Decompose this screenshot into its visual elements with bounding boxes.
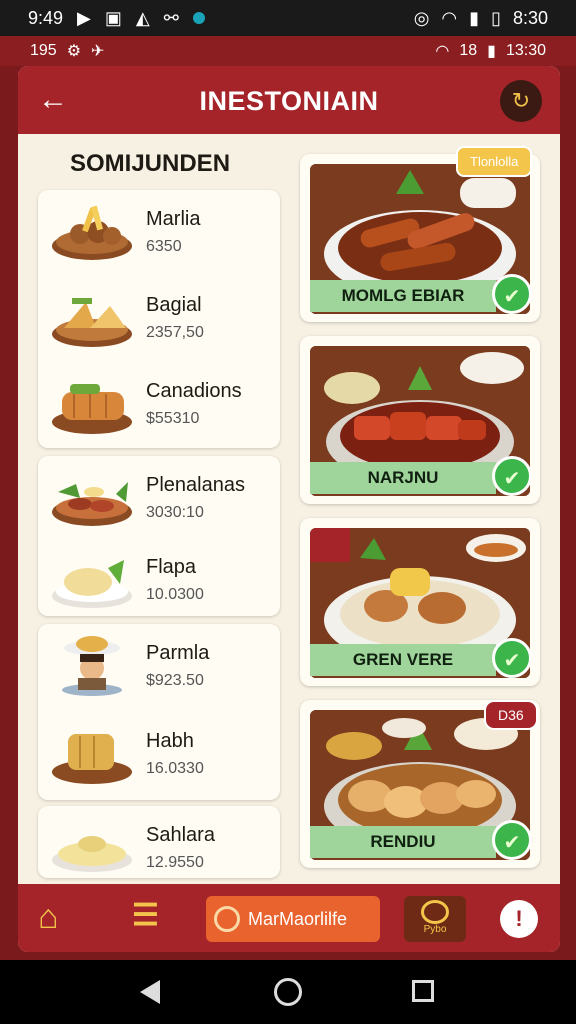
- recents-icon[interactable]: [412, 980, 434, 1002]
- menu-group-3: Parmla $923.50 Habh 16.0330: [38, 624, 280, 800]
- page-title: INESTONIAIN: [199, 86, 379, 116]
- play-icon: ▶: [77, 7, 91, 28]
- list-item[interactable]: Parmla $923.50: [38, 624, 280, 708]
- dish-image: [52, 205, 132, 260]
- item-price: 10.0300: [146, 586, 204, 603]
- list-item[interactable]: Flapa 10.0300: [38, 538, 280, 622]
- card-label: GREN VERE: [310, 644, 496, 676]
- plane-icon: ✈: [91, 43, 105, 60]
- notification-dot-icon: [192, 12, 205, 24]
- card-label: NARJNU: [310, 462, 496, 494]
- dish-image: [52, 384, 132, 434]
- item-name: Marlia: [146, 208, 201, 230]
- search-icon: [214, 906, 240, 932]
- subbar-time: 13:30: [505, 42, 546, 59]
- item-name: Bagial: [146, 294, 202, 316]
- card-count-badge: D36: [484, 700, 538, 730]
- bottom-navigation: ⌂ ☰ MarMaorlilfe Pybo !: [18, 884, 560, 952]
- item-price: 6350: [146, 238, 182, 255]
- app-icon: ◭: [135, 7, 150, 28]
- list-item[interactable]: Plenalanas 3030:10: [38, 456, 280, 540]
- battery-icon-2: ▮: [487, 43, 496, 60]
- item-price: $923.50: [146, 672, 204, 689]
- battery-icon: ▯: [491, 7, 501, 28]
- wifi-icon-2: ◠: [435, 43, 450, 60]
- menu-icon[interactable]: ☰: [132, 898, 168, 938]
- dish-image: [52, 482, 132, 526]
- home-circle-icon[interactable]: [274, 978, 302, 1006]
- item-price: 3030:10: [146, 504, 204, 521]
- list-item[interactable]: Habh 16.0330: [38, 712, 280, 796]
- search-label: MarMaorlilfe: [248, 908, 348, 929]
- item-price: 12.9550: [146, 854, 204, 871]
- chef-image: [62, 636, 122, 696]
- menu-group-1: Marlia 6350 Bagial 2357,50 Canadions $55…: [38, 190, 280, 448]
- list-item[interactable]: Canadions $55310: [38, 362, 280, 446]
- vibrate-icon: ◎: [413, 7, 430, 28]
- select-check-icon[interactable]: ✔: [492, 638, 532, 678]
- item-price: 2357,50: [146, 324, 204, 341]
- dish-image: [52, 560, 132, 608]
- search-button[interactable]: MarMaorlilfe: [206, 896, 380, 942]
- link-icon: ⚯: [163, 7, 179, 28]
- card-label: MOMLG EBIAR: [310, 280, 496, 312]
- mascot-icon: [421, 900, 449, 924]
- list-item[interactable]: Sahlara 12.9550: [38, 806, 280, 878]
- promo-button[interactable]: Pybo: [404, 896, 466, 942]
- list-item[interactable]: Marlia 6350: [38, 190, 280, 274]
- system-status-bar: 9:49 ▶ ▣ ◭ ⚯ ◎ ◠ ▮ ▯ 8:30: [0, 0, 576, 36]
- info-icon[interactable]: !: [500, 900, 538, 938]
- back-icon[interactable]: [140, 980, 160, 1004]
- status-right-time: 8:30: [512, 7, 548, 28]
- home-icon[interactable]: ⌂: [38, 898, 78, 938]
- item-name: Flapa: [146, 556, 197, 578]
- list-item[interactable]: Bagial 2357,50: [38, 276, 280, 360]
- card-tag-badge: Tlonlolla: [456, 146, 533, 177]
- item-price: 16.0330: [146, 760, 204, 777]
- item-name: Plenalanas: [146, 474, 245, 496]
- signal-icon: ▮: [469, 7, 480, 28]
- item-name: Canadions: [146, 380, 242, 402]
- wifi-icon: ◠: [441, 7, 458, 28]
- system-navigation-bar: [0, 960, 576, 1024]
- image-icon: ▣: [104, 7, 122, 28]
- select-check-icon[interactable]: ✔: [492, 820, 532, 860]
- card-label: RENDIU: [310, 826, 496, 858]
- dish-image: [52, 298, 132, 347]
- featured-card[interactable]: NARJNU ✔: [300, 336, 540, 504]
- app-header: ← INESTONIAIN ↻: [18, 66, 560, 134]
- item-name: Habh: [146, 730, 194, 752]
- menu-group-2: Plenalanas 3030:10 Flapa 10.0300: [38, 456, 280, 616]
- section-title: SOMIJUNDEN: [70, 150, 231, 177]
- select-check-icon[interactable]: ✔: [492, 456, 532, 496]
- menu-group-4: Sahlara 12.9550: [38, 806, 280, 878]
- featured-card[interactable]: GREN VERE ✔: [300, 518, 540, 686]
- dish-image: [52, 836, 132, 872]
- item-price: $55310: [146, 410, 200, 427]
- item-name: Parmla: [146, 642, 210, 664]
- dish-image: [52, 734, 132, 784]
- app-screen: ← INESTONIAIN ↻ SOMIJUNDEN Marlia 6350 B…: [18, 66, 560, 952]
- subbar-num: 18: [459, 42, 478, 59]
- featured-card[interactable]: MOMLG EBIAR ✔: [300, 154, 540, 322]
- promo-label: Pybo: [423, 924, 447, 935]
- refresh-icon[interactable]: ↻: [500, 80, 542, 122]
- settings-icon: ⚙: [66, 43, 82, 60]
- status-time: 9:49: [28, 7, 64, 28]
- subbar-left-text: 195: [30, 42, 57, 59]
- select-check-icon[interactable]: ✔: [492, 274, 532, 314]
- secondary-status-bar: 195 ⚙ ✈ ◠ 18 ▮ 13:30: [0, 36, 576, 66]
- item-name: Sahlara: [146, 824, 215, 846]
